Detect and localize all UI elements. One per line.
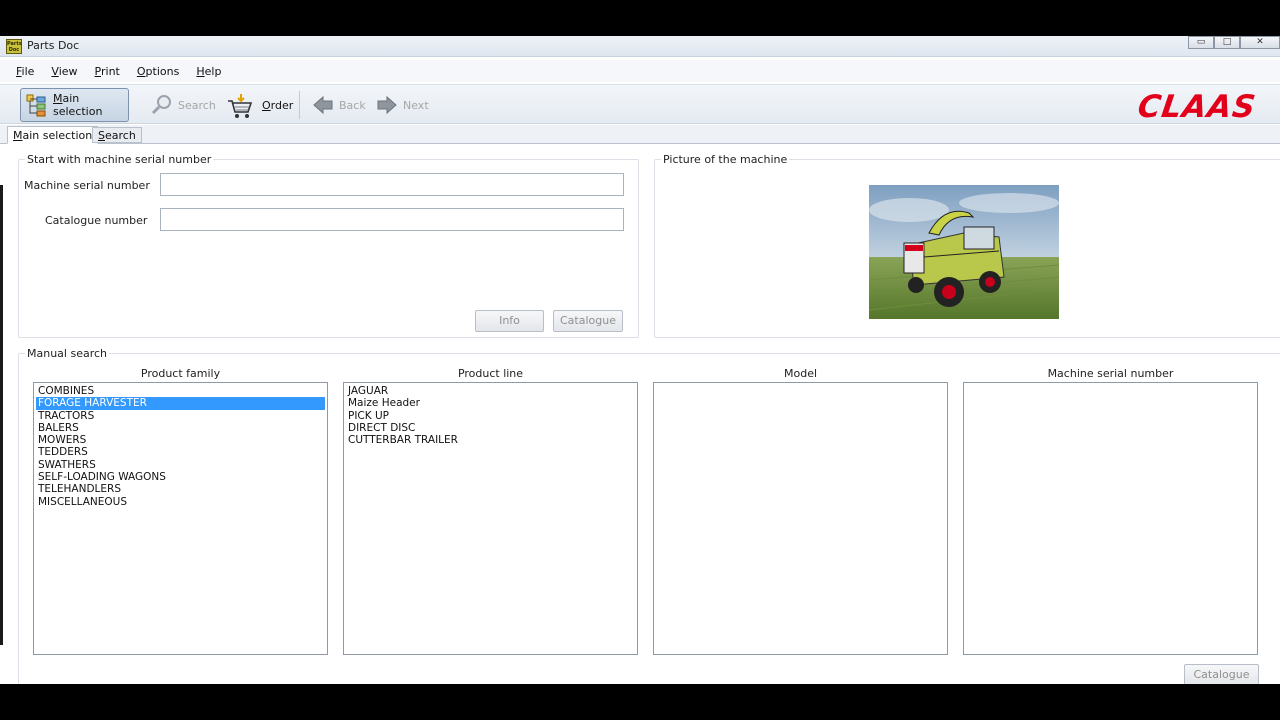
forage-harvester-image [869, 185, 1059, 319]
machine-serial-input[interactable] [160, 173, 624, 196]
product-line-item[interactable]: PICK UP [346, 410, 635, 422]
title-bar[interactable]: Parts Doc Parts Doc ▭ □ ✕ [0, 36, 1280, 57]
shopping-cart-icon [226, 93, 253, 118]
order-button[interactable]: Order [226, 88, 293, 122]
product-family-item[interactable]: MISCELLANEOUS [36, 496, 325, 508]
menu-help[interactable]: Help [196, 65, 221, 78]
catalogue-number-input[interactable] [160, 208, 624, 231]
machine-serial-list[interactable] [963, 382, 1258, 655]
model-list[interactable] [653, 382, 948, 655]
product-family-item[interactable]: BALERS [36, 422, 325, 434]
tab-main-selection[interactable]: Main selection [7, 126, 99, 144]
window-controls: ▭ □ ✕ [1188, 36, 1280, 50]
product-family-item[interactable]: TELEHANDLERS [36, 483, 325, 495]
product-family-item[interactable]: MOWERS [36, 434, 325, 446]
menu-options[interactable]: Options [137, 65, 179, 78]
back-button[interactable]: Back [311, 88, 366, 122]
product-family-list[interactable]: COMBINES FORAGE HARVESTER TRACTORS BALERS MO… [33, 382, 328, 655]
product-family-header: Product family [140, 367, 221, 380]
product-line-item[interactable]: Maize Header [346, 397, 635, 409]
product-family-item[interactable]: TRACTORS [36, 410, 325, 422]
parts-doc-app-icon: Parts Doc [6, 39, 22, 54]
manual-catalogue-button[interactable]: Catalogue [1184, 664, 1259, 684]
model-header: Model [783, 367, 818, 380]
product-line-header: Product line [457, 367, 524, 380]
catalogue-button[interactable]: Catalogue [553, 310, 623, 332]
maximize-button[interactable]: □ [1214, 36, 1240, 49]
machine-serial-header: Machine serial number [1047, 367, 1174, 380]
minimize-button[interactable]: ▭ [1188, 36, 1214, 49]
tree-selection-icon [25, 93, 49, 117]
menu-bar: File View Print Options Help [0, 60, 1280, 82]
close-button[interactable]: ✕ [1240, 36, 1280, 49]
main-selection-button[interactable]: Main selection [20, 88, 129, 122]
product-family-item[interactable]: SELF-LOADING WAGONS [36, 471, 325, 483]
product-line-item[interactable]: DIRECT DISC [346, 422, 635, 434]
menu-view[interactable]: View [51, 65, 77, 78]
menu-file[interactable]: File [16, 65, 34, 78]
claas-logo: CLAAS [1135, 89, 1259, 125]
back-arrow-icon [311, 93, 335, 117]
menu-print[interactable]: Print [95, 65, 120, 78]
product-family-item[interactable]: SWATHERS [36, 459, 325, 471]
window-edge [0, 185, 3, 645]
toolbar-separator [299, 91, 300, 119]
tab-strip: Main selection Search [0, 125, 1280, 144]
parts-doc-window: Parts Doc Parts Doc ▭ □ ✕ File View Prin… [0, 36, 1280, 684]
serial-group-title: Start with machine serial number [25, 153, 214, 166]
product-family-item[interactable]: TEDDERS [36, 446, 325, 458]
product-line-list[interactable]: JAGUAR Maize Header PICK UP DIRECT DISC CUTT… [343, 382, 638, 655]
product-line-item[interactable]: CUTTERBAR TRAILER [346, 434, 635, 446]
window-title: Parts Doc [27, 39, 80, 52]
next-button[interactable]: Next [375, 88, 429, 122]
machine-serial-label: Machine serial number [24, 179, 150, 192]
tab-search[interactable]: Search [92, 127, 142, 143]
picture-group-title: Picture of the machine [661, 153, 790, 166]
magnifier-icon [150, 93, 174, 117]
catalogue-number-label: Catalogue number [45, 214, 148, 227]
product-line-item[interactable]: JAGUAR [346, 385, 635, 397]
manual-search-title: Manual search [25, 347, 110, 360]
search-button[interactable]: Search [150, 88, 216, 122]
product-family-item[interactable]: COMBINES [36, 385, 325, 397]
forward-arrow-icon [375, 93, 399, 117]
product-family-item[interactable]: FORAGE HARVESTER [36, 397, 325, 410]
toolbar: Main selection Search Order Back Next CL… [0, 84, 1280, 125]
info-button[interactable]: Info [475, 310, 544, 332]
